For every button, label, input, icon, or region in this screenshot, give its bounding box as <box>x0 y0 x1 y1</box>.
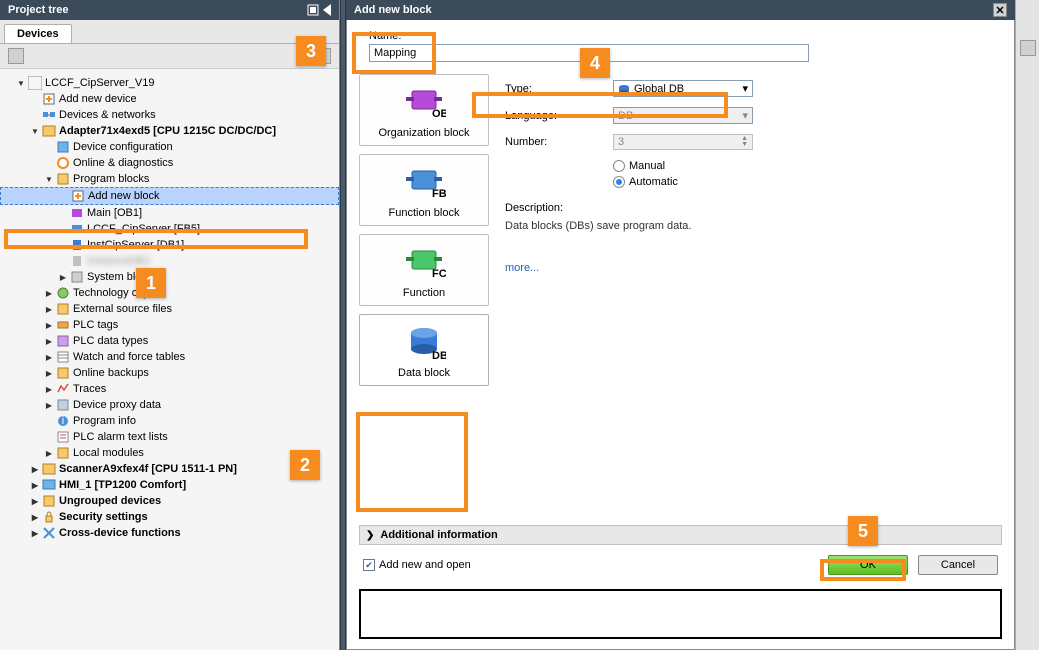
tree-main-ob[interactable]: Main [OB1] <box>0 205 339 221</box>
tree-system-blocks[interactable]: ▶System blocks <box>0 269 339 285</box>
name-label: Name: <box>369 30 1002 42</box>
tile-fc[interactable]: FC Function <box>359 234 489 306</box>
tree-add-device[interactable]: Add new device <box>0 91 339 107</box>
pane-collapse-icon[interactable] <box>323 4 331 16</box>
right-sidebar <box>1015 0 1039 650</box>
tile-ob[interactable]: OB Organization block <box>359 74 489 146</box>
tree-plc-dtypes[interactable]: ▶PLC data types <box>0 333 339 349</box>
tree-security[interactable]: ▶Security settings <box>0 509 339 525</box>
project-tree-toolbar <box>0 44 339 69</box>
tree-lccf-fb[interactable]: LCCF_CipServer [FB5] <box>0 221 339 237</box>
additional-info-header[interactable]: ❯ Additional information <box>359 525 1002 545</box>
tree-prog-info[interactable]: iProgram info <box>0 413 339 429</box>
tree-program-blocks[interactable]: ▼Program blocks <box>0 171 339 187</box>
checkbox-icon: ✔ <box>363 559 375 571</box>
description-label: Description: <box>505 202 1002 214</box>
fb-icon: FB <box>402 163 446 203</box>
svg-text:DB: DB <box>432 350 446 362</box>
language-label: Language: <box>505 110 605 122</box>
db-icon: DB <box>402 323 446 363</box>
tree-device-config[interactable]: Device configuration <box>0 139 339 155</box>
more-link[interactable]: more... <box>505 262 1002 274</box>
spinner-arrows-icon: ▲▼ <box>741 136 748 148</box>
tree-watch[interactable]: ▶Watch and force tables <box>0 349 339 365</box>
tree-hmi[interactable]: ▶HMI_1 [TP1200 Comfort] <box>0 477 339 493</box>
tile-fb[interactable]: FB Function block <box>359 154 489 226</box>
tree-traces[interactable]: ▶Traces <box>0 381 339 397</box>
ok-button[interactable]: OK <box>828 555 908 575</box>
tree-adapter[interactable]: ▼Adapter71x4exd5 [CPU 1215C DC/DC/DC] <box>0 123 339 139</box>
tree-backups[interactable]: ▶Online backups <box>0 365 339 381</box>
tree-inst-db[interactable]: InstCipServer [DB1] <box>0 237 339 253</box>
description-text: Data blocks (DBs) save program data. <box>505 220 1002 232</box>
project-tree-tabbar: Devices <box>0 20 339 44</box>
dialog-title-text: Add new block <box>354 4 432 16</box>
device-tree[interactable]: ▼LCCF_CipServer_V19 Add new device Devic… <box>0 69 339 650</box>
tree-ext-src[interactable]: ▶External source files <box>0 301 339 317</box>
tree-devices-networks[interactable]: Devices & networks <box>0 107 339 123</box>
annotation-1: 1 <box>136 268 166 298</box>
number-spinner: 3 ▲▼ <box>613 134 753 150</box>
annotation-3: 3 <box>296 36 326 66</box>
annotation-2: 2 <box>290 450 320 480</box>
radio-automatic[interactable]: Automatic <box>613 176 1002 188</box>
expand-icon: ❯ <box>366 530 374 541</box>
tree-cross[interactable]: ▶Cross-device functions <box>0 525 339 541</box>
cancel-button[interactable]: Cancel <box>918 555 998 575</box>
pane-view-icon[interactable] <box>307 4 319 16</box>
tile-db[interactable]: DB Data block <box>359 314 489 386</box>
close-icon[interactable]: ✕ <box>993 3 1007 17</box>
tree-blurred-item[interactable]: InstanceDB2 <box>0 253 339 269</box>
dialog-pane: Add new block ✕ Name: OB Organization bl… <box>346 0 1015 650</box>
radio-icon <box>613 160 625 172</box>
radio-manual[interactable]: Manual <box>613 160 1002 172</box>
type-label: Type: <box>505 83 605 95</box>
svg-text:i: i <box>62 415 64 427</box>
project-tree-header: Project tree <box>0 0 339 20</box>
dialog-titlebar: Add new block ✕ <box>346 0 1015 20</box>
ob-icon: OB <box>402 83 446 123</box>
language-select: DB ▾ <box>613 107 753 124</box>
annotation-5: 5 <box>848 516 878 546</box>
output-area <box>359 589 1002 639</box>
chevron-down-icon: ▾ <box>742 109 748 122</box>
tree-online-diag[interactable]: Online & diagnostics <box>0 155 339 171</box>
chevron-down-icon: ▾ <box>742 82 748 95</box>
tree-ungrouped[interactable]: ▶Ungrouped devices <box>0 493 339 509</box>
fc-icon: FC <box>402 243 446 283</box>
tree-scanner[interactable]: ▶ScannerA9xfex4f [CPU 1511-1 PN] <box>0 461 339 477</box>
tree-add-new-block[interactable]: Add new block <box>0 187 339 205</box>
devices-tab[interactable]: Devices <box>4 24 72 43</box>
toolbar-icon-left[interactable] <box>8 48 24 64</box>
svg-text:OB: OB <box>432 108 446 120</box>
block-type-grid: OB Organization block FB Function block … <box>359 74 489 515</box>
tree-local-modules[interactable]: ▶Local modules <box>0 445 339 461</box>
tree-tech-objects[interactable]: ▶Technology objects <box>0 285 339 301</box>
sidebar-tool-icon[interactable] <box>1020 40 1036 56</box>
tree-alarm[interactable]: PLC alarm text lists <box>0 429 339 445</box>
add-open-checkbox[interactable]: ✔ Add new and open <box>363 559 471 571</box>
project-tree-title: Project tree <box>8 4 69 16</box>
tree-plc-tags[interactable]: ▶PLC tags <box>0 317 339 333</box>
project-tree-pane: Project tree Devices ▼LCCF_CipServer_V19… <box>0 0 340 650</box>
svg-text:FB: FB <box>432 188 446 200</box>
number-label: Number: <box>505 136 605 148</box>
annotation-4: 4 <box>580 48 610 78</box>
type-select[interactable]: Global DB ▾ <box>613 80 753 97</box>
svg-text:FC: FC <box>432 268 446 280</box>
radio-icon <box>613 176 625 188</box>
tree-proxy[interactable]: ▶Device proxy data <box>0 397 339 413</box>
tree-root[interactable]: ▼LCCF_CipServer_V19 <box>0 75 339 91</box>
block-form: Type: Global DB ▾ Language: DB ▾ <box>505 74 1002 515</box>
